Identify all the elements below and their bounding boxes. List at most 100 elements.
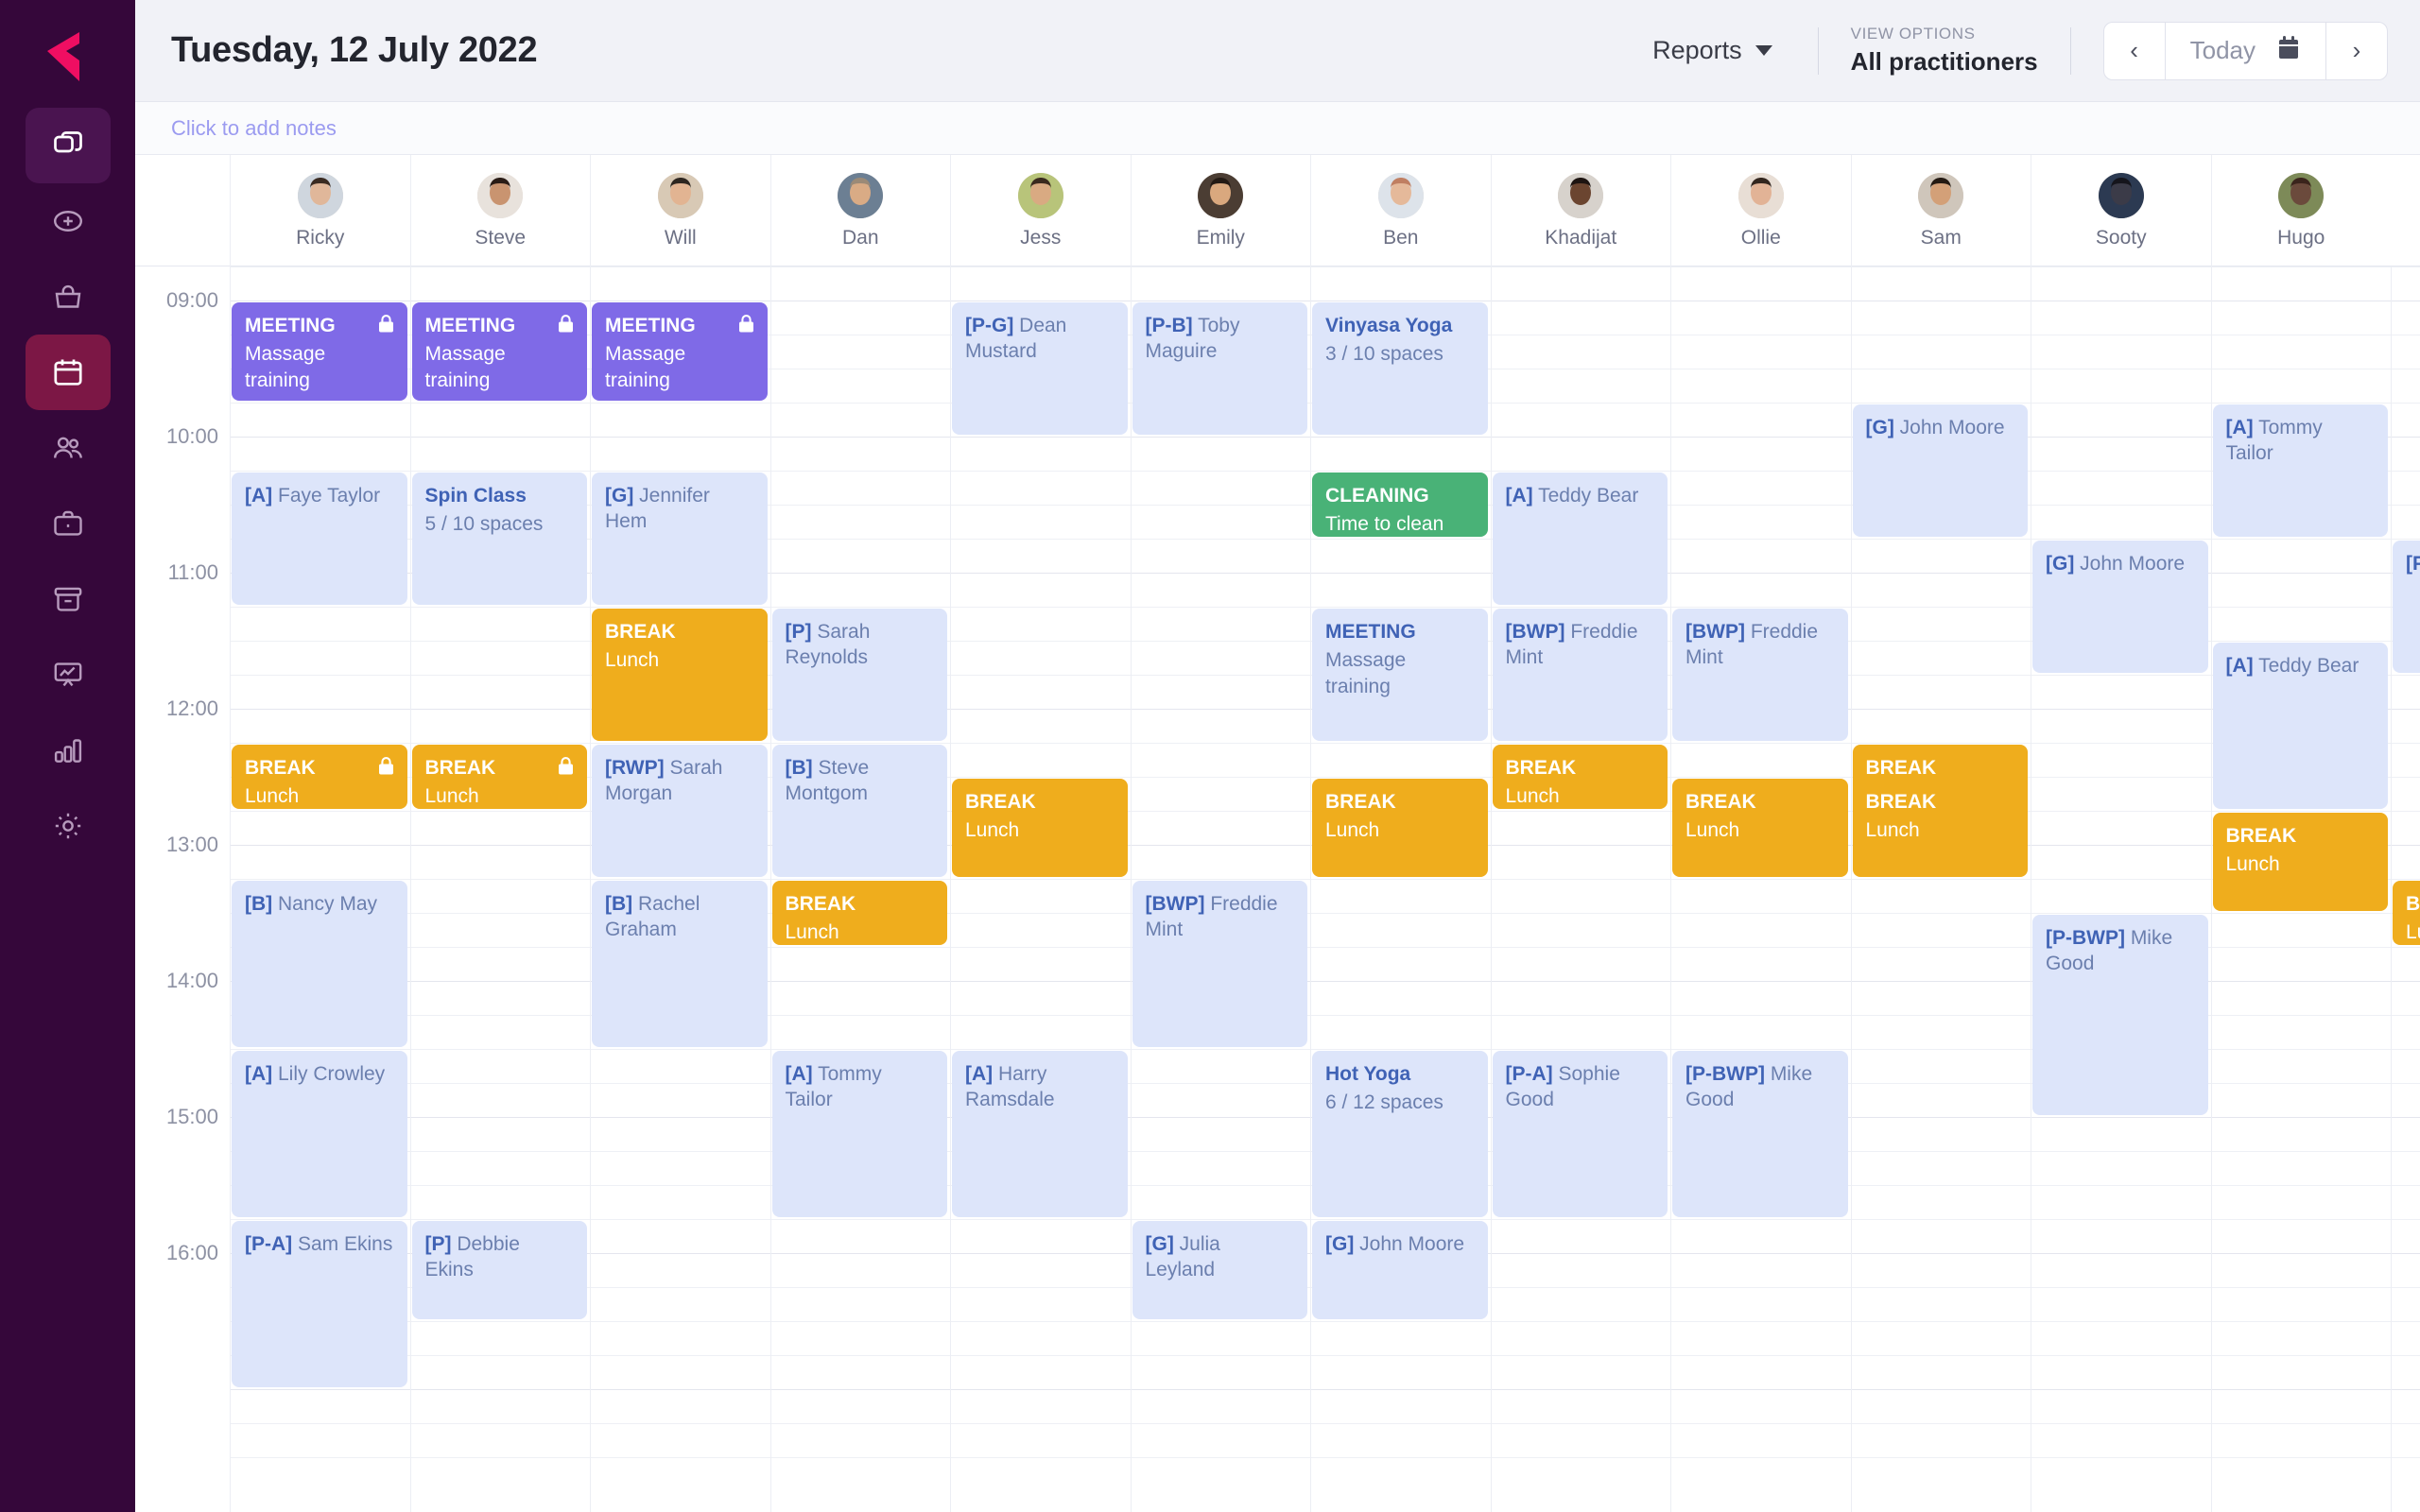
calendar-event[interactable]: [A] Harry Ramsdale: [952, 1051, 1128, 1217]
calendar-event[interactable]: [B] Rachel Graham: [592, 881, 768, 1047]
calendar-event[interactable]: [P-BWP] Mike Good: [1672, 1051, 1848, 1217]
prev-day-button[interactable]: ‹: [2104, 23, 2165, 79]
next-day-button[interactable]: ›: [2326, 23, 2387, 79]
event-client-line: [P-BWP] Mike Good: [2046, 927, 2173, 975]
practitioner-column-header[interactable]: Khadijat: [1490, 155, 1671, 266]
practitioner-column-header[interactable]: Sooty: [2031, 155, 2211, 266]
practitioner-column-header[interactable]: Hugo: [2210, 155, 2392, 266]
calendar-event[interactable]: BREAK Lunch: [592, 609, 768, 741]
calendar-event[interactable]: BREAK Lunch: [411, 745, 587, 809]
practitioner-column-header[interactable]: Ben: [1310, 155, 1491, 266]
event-title: BREAK: [424, 757, 496, 779]
calendar-event[interactable]: [RWP] Sarah Morgan: [592, 745, 768, 877]
practitioner-column-header[interactable]: Ricky: [230, 155, 410, 266]
calendar-event[interactable]: CLEANING Time to clean: [1312, 472, 1488, 537]
calendar-event[interactable]: [A] Teddy Bear: [2212, 643, 2388, 809]
calendar-event[interactable]: BREAK Lunch: [2212, 813, 2388, 911]
calendar-event[interactable]: BREAK Lunch: [1492, 745, 1668, 809]
sidebar-item-reports[interactable]: [26, 713, 111, 788]
event-title: BREAK: [1505, 757, 1577, 779]
calendar-event[interactable]: [P-A] Sam Ekins: [232, 1221, 407, 1387]
calendar-event[interactable]: [A] Faye Taylor: [232, 472, 407, 605]
practitioner-column-header[interactable]: Steve: [409, 155, 591, 266]
view-options-selector[interactable]: VIEW OPTIONS All practitioners: [1851, 25, 2038, 77]
time-label: 14:00: [165, 969, 218, 992]
sidebar-item-dashboard[interactable]: [25, 108, 111, 183]
archive-icon: [51, 582, 85, 616]
calendar-event[interactable]: [P] Debbie Ekins: [411, 1221, 587, 1319]
calendar-event[interactable]: [BWP] Freddie Mint: [1492, 609, 1668, 741]
calendar-event[interactable]: BR Lu: [2393, 881, 2420, 945]
calendar-event[interactable]: [A] Teddy Bear: [1492, 472, 1668, 605]
sidebar-item-marketing[interactable]: [26, 637, 111, 713]
today-button[interactable]: Today: [2166, 23, 2325, 79]
calendar-event[interactable]: [A] Lily Crowley: [232, 1051, 407, 1217]
calendar-event[interactable]: [P-A] Sophie Good: [1492, 1051, 1668, 1217]
sidebar-item-settings[interactable]: [26, 788, 111, 864]
time-label: 10:00: [165, 424, 218, 448]
event-subtitle: Lunch: [2225, 853, 2280, 876]
calendar-event[interactable]: [G] Jennifer Hem: [592, 472, 768, 605]
event-client-line: [P] Debbie Ekins: [424, 1233, 520, 1281]
calendar-event[interactable]: [B] Nancy May: [232, 881, 407, 1047]
practitioner-column-header[interactable]: Will: [590, 155, 770, 266]
calendar-event[interactable]: BREAK Lunch: [771, 881, 947, 945]
calendar-event[interactable]: [P-G] Dean Mustard: [952, 302, 1128, 435]
sidebar-item-add[interactable]: [26, 183, 111, 259]
calendar-event[interactable]: BREAK Lunch: [1852, 779, 2028, 877]
sidebar-item-sales[interactable]: [26, 259, 111, 335]
calendar-event[interactable]: [B] Steve Montgom: [771, 745, 947, 877]
sidebar-item-clients[interactable]: [26, 410, 111, 486]
sidebar-item-calendar[interactable]: [25, 335, 111, 410]
calendar-event[interactable]: [A] Tommy Tailor: [771, 1051, 947, 1217]
grid-hline: [230, 266, 2420, 267]
sidebar-item-business[interactable]: [26, 486, 111, 561]
practitioner-column-header[interactable]: Emily: [1130, 155, 1311, 266]
practitioner-column-header[interactable]: Ollie: [1670, 155, 1851, 266]
event-title: MEETING: [245, 315, 336, 336]
calendar-event[interactable]: MEETING Massage training: [592, 302, 768, 401]
calendar-event[interactable]: BREAK Lunch: [1672, 779, 1848, 877]
practitioner-column-header[interactable]: Sam: [1850, 155, 2031, 266]
calendar-event[interactable]: [A] Tommy Tailor: [2212, 404, 2388, 537]
practitioner-column-header[interactable]: Jess: [950, 155, 1131, 266]
calendar-event[interactable]: [BWP] Freddie Mint: [1672, 609, 1848, 741]
calendar-event[interactable]: [P-BWP] Mike Good: [2032, 915, 2208, 1115]
calendar-event[interactable]: Hot Yoga 6 / 12 spaces: [1312, 1051, 1488, 1217]
calendar-event[interactable]: [G] John Moore: [1312, 1221, 1488, 1319]
grid-hline: [230, 1389, 2420, 1390]
view-options-value: All practitioners: [1850, 47, 2038, 76]
calendar-event[interactable]: [G] John Moore: [2032, 541, 2208, 673]
grid-hline: [230, 913, 2420, 914]
event-title: BREAK: [1865, 757, 1937, 779]
calendar-event[interactable]: [P] Sarah Reynolds: [771, 609, 947, 741]
calendar-event[interactable]: Vinyasa Yoga 3 / 10 spaces: [1312, 302, 1488, 435]
calendar-event[interactable]: [BWP] Freddie Mint: [1132, 881, 1307, 1047]
event-client-line: [BWP] Freddie Mint: [1505, 621, 1638, 669]
calendar-event[interactable]: [P-B] Toby Maguire: [1132, 302, 1307, 435]
calendar-event[interactable]: MEETING Massage training: [1312, 609, 1488, 741]
calendar-event[interactable]: BREAK Lunch: [1312, 779, 1488, 877]
event-client-line: [B] Steve Montgom: [785, 757, 870, 805]
calendar-event[interactable]: [P: [2393, 541, 2420, 673]
practitioner-column-header[interactable]: Dan: [769, 155, 951, 266]
event-subtitle: Lunch: [965, 819, 1020, 842]
calendar-event[interactable]: [G] Julia Leyland: [1132, 1221, 1307, 1319]
day-notes-bar[interactable]: Click to add notes: [135, 102, 2420, 155]
sidebar-item-stock[interactable]: [26, 561, 111, 637]
grid-hline: [230, 879, 2420, 880]
event-title: BR: [2406, 893, 2420, 915]
calendar-event[interactable]: BREAK Lunch: [952, 779, 1128, 877]
event-subtitle: Massage training: [424, 343, 506, 391]
time-label: 13:00: [165, 833, 218, 856]
calendar-event[interactable]: MEETING Massage training: [232, 302, 407, 401]
time-label: 11:00: [167, 560, 218, 584]
app-logo[interactable]: [0, 13, 135, 100]
date-navigator: ‹ Today ›: [2102, 21, 2388, 80]
calendar-event[interactable]: [G] John Moore: [1852, 404, 2028, 537]
reports-dropdown[interactable]: Reports: [1639, 36, 1786, 65]
calendar-event[interactable]: BREAK Lunch: [232, 745, 407, 809]
calendar-event[interactable]: MEETING Massage training: [411, 302, 587, 401]
calendar-event[interactable]: Spin Class 5 / 10 spaces: [411, 472, 587, 605]
calendar-grid[interactable]: MEETING Massage training MEETING Massage tr…: [230, 266, 2420, 1512]
